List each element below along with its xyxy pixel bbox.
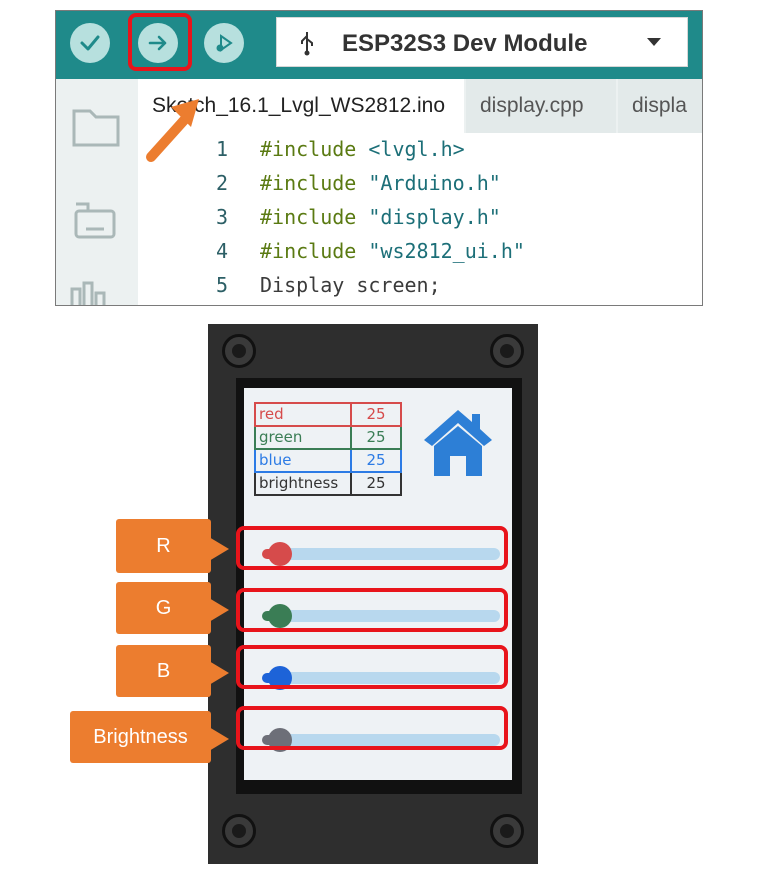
- rgb-value-table: red 25 green 25 blue 25 brightness 25: [254, 402, 402, 496]
- code-line: 4 #include "ws2812_ui.h": [138, 239, 702, 273]
- code-editor[interactable]: 1 #include <lvgl.h> 2 #include "Arduino.…: [138, 133, 702, 305]
- table-row: green 25: [254, 425, 402, 450]
- code-text: #include "Arduino.h": [260, 171, 501, 195]
- folder-icon[interactable]: [72, 109, 120, 147]
- mount-hole: [222, 334, 256, 368]
- mount-hole: [222, 814, 256, 848]
- row-value: 25: [350, 448, 402, 473]
- callout-pointer: [209, 661, 229, 685]
- slider-highlight-box: [236, 645, 508, 689]
- line-number: 4: [215, 239, 228, 263]
- row-label: blue: [254, 448, 352, 473]
- slider-highlight-box: [236, 588, 508, 632]
- ide-sidebar: [56, 79, 138, 305]
- table-row: brightness 25: [254, 471, 402, 496]
- callout-r: R: [116, 519, 211, 573]
- verify-button[interactable]: [70, 23, 110, 63]
- row-label: red: [254, 402, 352, 427]
- ide-toolbar: ESP32S3 Dev Module: [56, 11, 702, 79]
- row-value: 25: [350, 425, 402, 450]
- debug-icon: [216, 34, 233, 52]
- callout-pointer: [209, 727, 229, 751]
- row-value: 25: [350, 402, 402, 427]
- upload-highlight-box: [128, 13, 192, 71]
- callout-b: B: [116, 645, 211, 697]
- code-text: #include <lvgl.h>: [260, 137, 465, 161]
- debug-button[interactable]: [204, 23, 244, 63]
- caret-down-icon: [647, 38, 661, 46]
- callout-pointer: [209, 598, 229, 622]
- code-text: #include "display.h": [260, 205, 501, 229]
- line-number: 2: [215, 171, 228, 195]
- line-number: 3: [215, 205, 228, 229]
- code-text: Display screen;: [260, 273, 441, 297]
- mount-hole: [490, 334, 524, 368]
- table-row: red 25: [254, 402, 402, 427]
- board-selector[interactable]: ESP32S3 Dev Module: [276, 17, 688, 67]
- slider-highlight-box: [236, 526, 508, 570]
- sidebar-icons: [70, 109, 120, 305]
- table-row: blue 25: [254, 448, 402, 473]
- mount-hole: [490, 814, 524, 848]
- board-name: ESP32S3 Dev Module: [342, 30, 588, 57]
- tab-display-h[interactable]: displa: [618, 79, 702, 133]
- code-line: 2 #include "Arduino.h": [138, 171, 702, 205]
- orange-arrow-annotation: [146, 99, 199, 162]
- arduino-ide-screenshot: ESP32S3 Dev Module Sketch_16.1_Lvgl_WS28…: [55, 10, 703, 306]
- slider-highlight-box: [236, 706, 508, 750]
- row-label: green: [254, 425, 352, 450]
- code-line: 1 #include <lvgl.h>: [138, 137, 702, 171]
- code-line: 3 #include "display.h": [138, 205, 702, 239]
- callout-g: G: [116, 582, 211, 634]
- home-icon[interactable]: [420, 406, 496, 478]
- callout-pointer: [209, 537, 229, 561]
- line-number: 5: [215, 273, 228, 297]
- row-value: 25: [350, 471, 402, 496]
- tab-strip: Sketch_16.1_Lvgl_WS2812.ino display.cpp …: [138, 79, 702, 133]
- check-icon: [80, 35, 100, 51]
- callout-brightness: Brightness: [70, 711, 211, 763]
- code-text: #include "ws2812_ui.h": [260, 239, 525, 263]
- usb-icon: [301, 32, 313, 56]
- tab-display-cpp[interactable]: display.cpp: [466, 79, 616, 133]
- row-label: brightness: [254, 471, 352, 496]
- library-manager-icon[interactable]: [70, 281, 106, 305]
- code-line: 5 Display screen;: [138, 273, 702, 305]
- board-manager-icon[interactable]: [74, 202, 116, 239]
